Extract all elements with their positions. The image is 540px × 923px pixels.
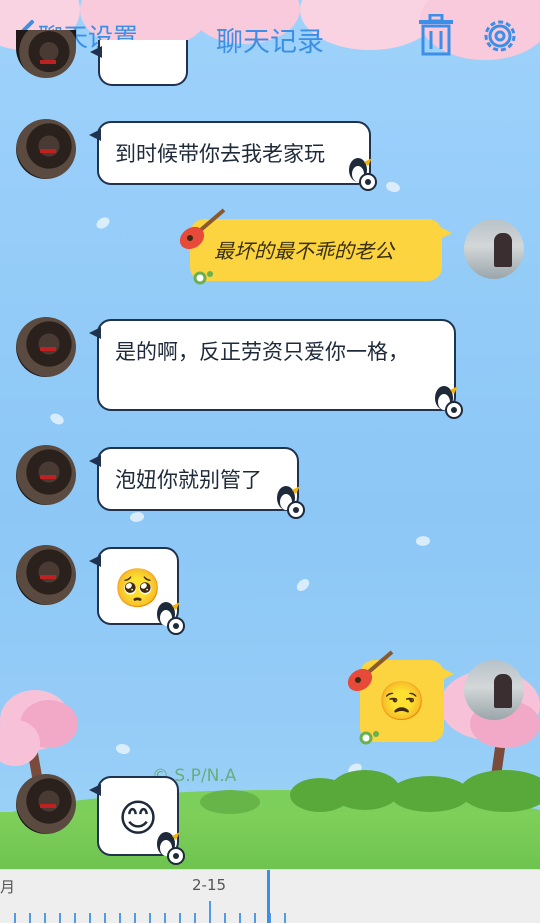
- date-timeline[interactable]: 月 2-15: [0, 869, 540, 923]
- avatar[interactable]: [464, 660, 524, 720]
- message-text: 到时候带你去我老家玩: [115, 142, 325, 166]
- guitar-icon: [176, 206, 228, 258]
- timeline-month-label: 月: [0, 878, 16, 896]
- settings-button[interactable]: [480, 16, 520, 60]
- top-bar: 聊天设置 聊天记录: [0, 0, 540, 74]
- penguin-sticker-icon: [152, 826, 186, 870]
- penguin-sticker-icon: [272, 480, 306, 524]
- guitar-icon: [344, 648, 396, 700]
- notes-icon: [358, 726, 382, 750]
- avatar[interactable]: [464, 219, 524, 279]
- message-text: 是的啊，反正劳资只爱你一格，: [115, 340, 409, 364]
- chat-bubble-partial: [90, 40, 188, 86]
- chat-bubble[interactable]: 是的啊，反正劳资只爱你一格，: [89, 319, 456, 411]
- delete-button[interactable]: [416, 13, 456, 60]
- avatar[interactable]: [16, 445, 76, 505]
- penguin-sticker-icon: [152, 596, 186, 640]
- avatar[interactable]: [16, 774, 76, 834]
- message-text: 泡妞你就别管了: [115, 468, 262, 492]
- avatar[interactable]: [16, 119, 76, 179]
- message-text: 最坏的最不乖的老公: [214, 239, 394, 263]
- trash-icon: [419, 13, 453, 56]
- chat-bubble[interactable]: 泡妞你就别管了: [89, 447, 299, 511]
- chat-bubble[interactable]: 到时候带你去我老家玩: [89, 121, 371, 185]
- timeline-tick: [209, 901, 211, 923]
- gear-icon: [484, 20, 516, 52]
- notes-icon: [192, 266, 216, 290]
- page-title: 聊天记录: [216, 27, 324, 58]
- timeline-date-label: 2-15: [192, 876, 227, 894]
- avatar[interactable]: [16, 317, 76, 377]
- penguin-sticker-icon: [430, 380, 464, 424]
- avatar[interactable]: [16, 545, 76, 605]
- penguin-sticker-icon: [344, 152, 378, 196]
- timeline-cursor[interactable]: [267, 870, 270, 923]
